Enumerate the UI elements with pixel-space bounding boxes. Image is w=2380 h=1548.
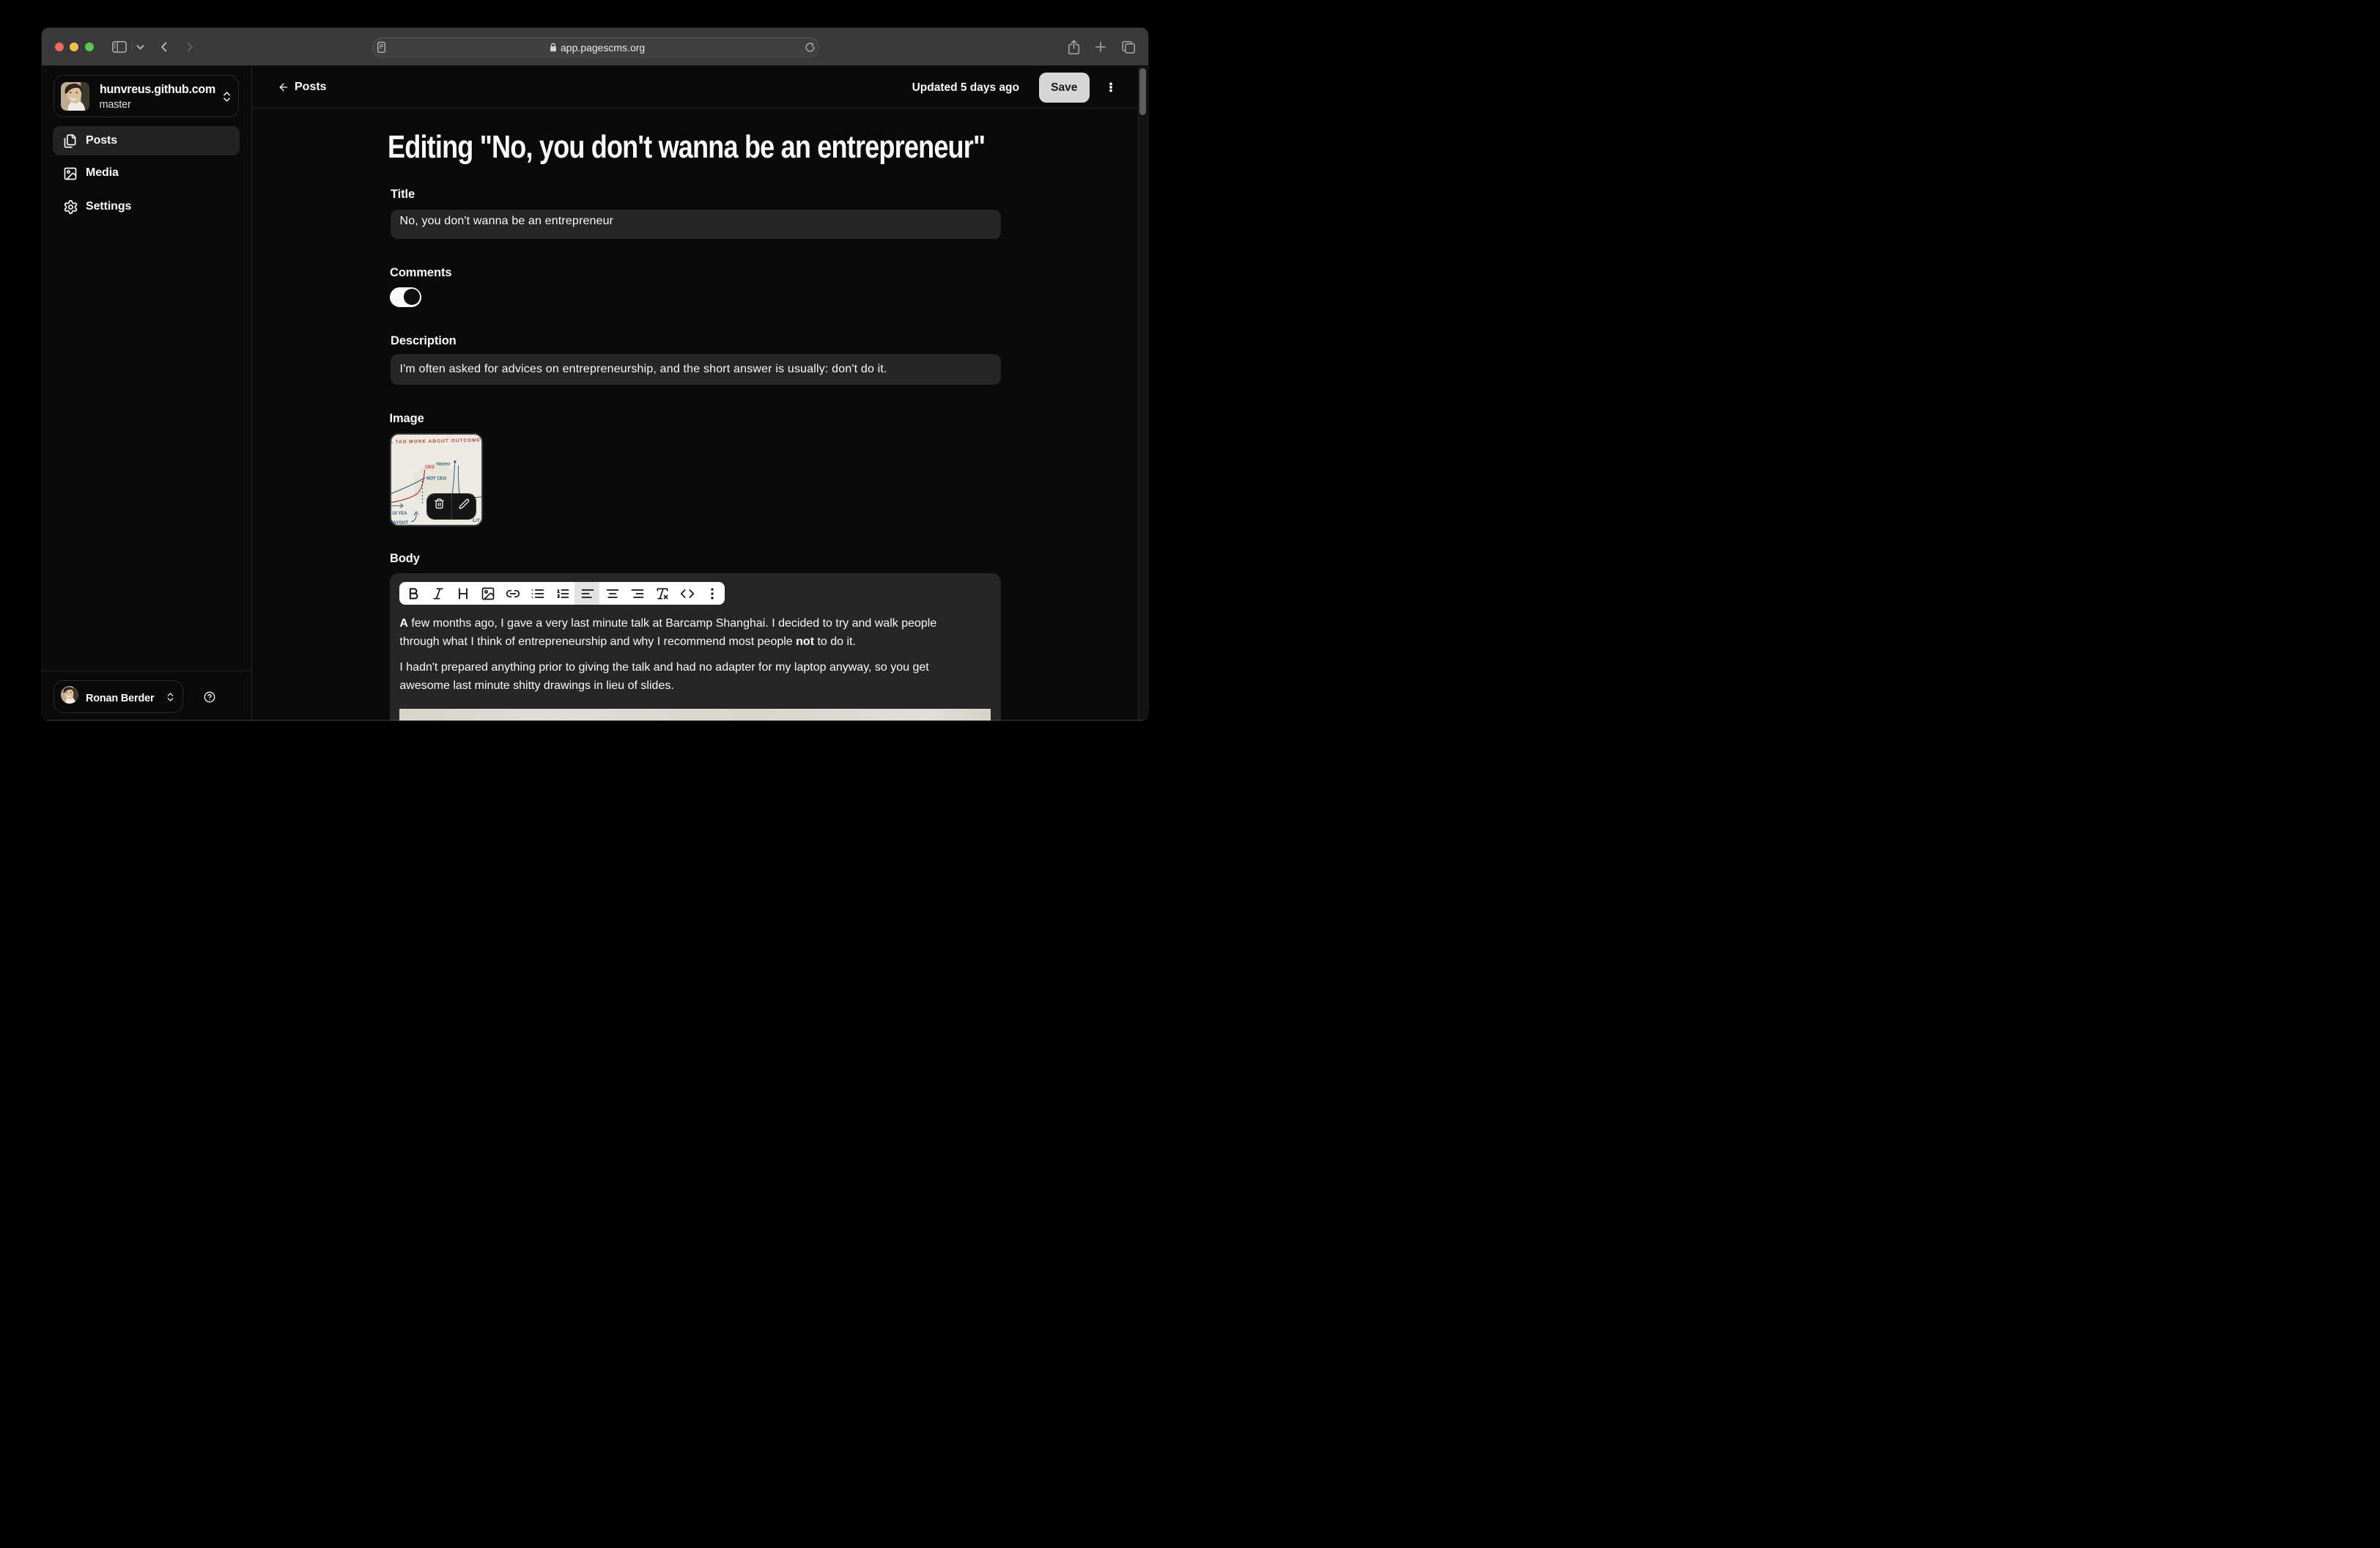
svg-text:PAYOUT: PAYOUT bbox=[391, 521, 408, 525]
svg-text:NOT CEO: NOT CEO bbox=[426, 476, 447, 481]
svg-text:TWOHO: TWOHO bbox=[436, 462, 450, 467]
svg-text:10 YEA: 10 YEA bbox=[392, 512, 407, 516]
svg-text:CEO: CEO bbox=[425, 465, 435, 470]
svg-text:LiT: LiT bbox=[473, 518, 481, 523]
